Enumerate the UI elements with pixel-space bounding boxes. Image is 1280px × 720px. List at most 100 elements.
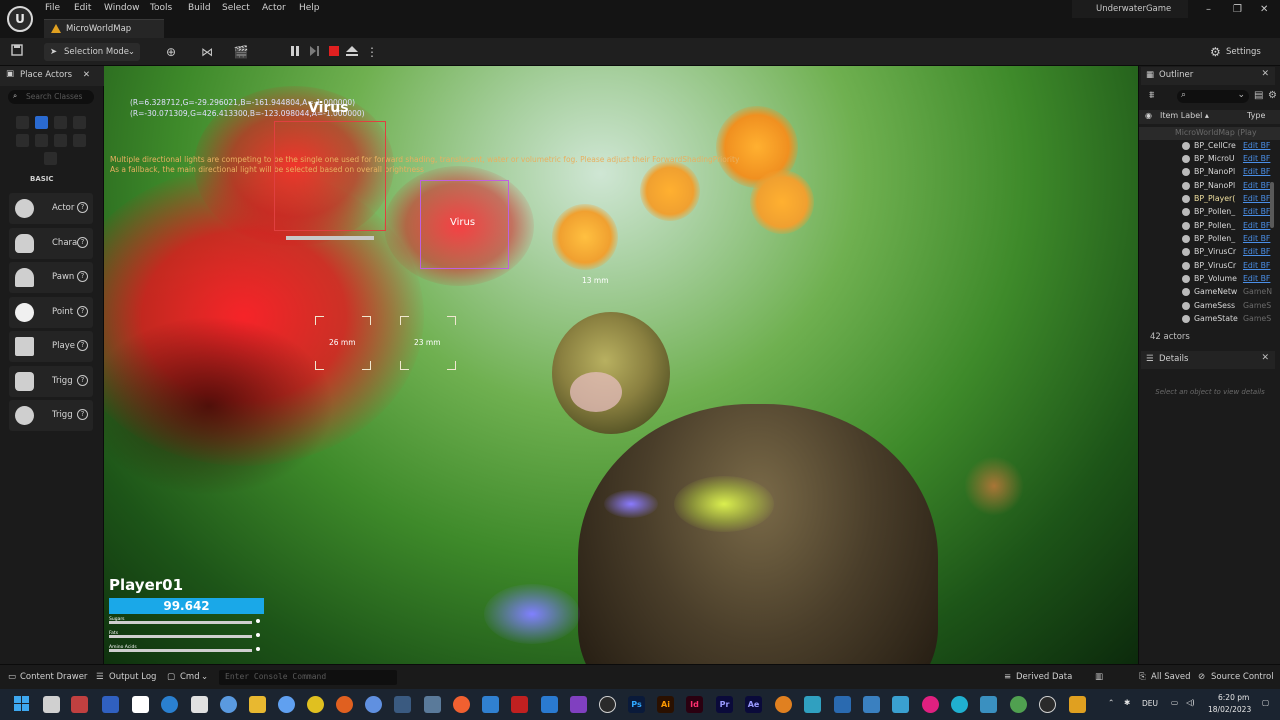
filezilla-icon[interactable] — [511, 696, 528, 713]
vscode-icon[interactable] — [541, 696, 558, 713]
outliner-item-type[interactable]: Edit BF — [1243, 141, 1277, 150]
actor-item-actor[interactable]: Actor ? — [9, 193, 93, 224]
app-icon[interactable] — [191, 696, 208, 713]
pause-icon[interactable] — [287, 44, 303, 60]
lights-category-icon[interactable] — [54, 116, 67, 129]
outliner-row[interactable]: BP_Pollen_ Edit BF — [1139, 206, 1280, 219]
after-effects-icon[interactable]: Ae — [745, 696, 762, 713]
derived-data-button[interactable]: Derived Data — [1016, 672, 1072, 682]
outliner-search-input[interactable]: ⌕ ⌄ — [1177, 90, 1249, 103]
recent-category-icon[interactable] — [16, 116, 29, 129]
app-icon[interactable] — [482, 696, 499, 713]
unreal-engine-icon[interactable] — [599, 696, 616, 713]
word-app-icon[interactable] — [102, 696, 119, 713]
cinematic-category-icon[interactable] — [16, 134, 29, 147]
eject-icon[interactable] — [344, 44, 360, 60]
outliner-item-type[interactable]: Edit BF — [1243, 274, 1277, 283]
firefox-browser-icon[interactable] — [336, 696, 353, 713]
close-outliner-button[interactable]: ✕ — [1261, 69, 1269, 79]
outliner-row[interactable]: BP_Player(Edit BF — [1139, 193, 1280, 206]
content-drawer-button[interactable]: Content Drawer — [20, 672, 87, 682]
app-icon[interactable] — [863, 696, 880, 713]
outliner-row[interactable]: BP_Pollen_ Edit BF — [1139, 233, 1280, 246]
stop-icon[interactable] — [326, 44, 342, 60]
media-app-icon[interactable] — [71, 696, 88, 713]
filter-icon[interactable]: ⩩ — [1149, 90, 1154, 101]
outliner-row[interactable]: BP_Pollen_ Edit BF — [1139, 220, 1280, 233]
actor-item-trigger-sphere[interactable]: Trigg ? — [9, 400, 93, 431]
outliner-row[interactable]: BP_VirusCr Edit BF — [1139, 246, 1280, 259]
app-icon[interactable] — [1069, 696, 1086, 713]
help-icon[interactable]: ? — [77, 340, 88, 351]
outliner-row[interactable]: BP_NanoPl Edit BF — [1139, 166, 1280, 179]
cinematics-icon[interactable]: 🎬 — [233, 44, 249, 60]
app-icon[interactable] — [951, 696, 968, 713]
outliner-item-type[interactable]: Edit BF — [1243, 261, 1277, 270]
source-control-button[interactable]: Source Control — [1211, 672, 1274, 682]
menu-help[interactable]: Help — [299, 3, 320, 13]
menu-tools[interactable]: Tools — [150, 3, 172, 13]
illustrator-icon[interactable]: Ai — [657, 696, 674, 713]
step-icon[interactable] — [306, 44, 322, 60]
outliner-row[interactable]: GameState GameS — [1139, 313, 1280, 326]
photoshop-icon[interactable]: Ps — [628, 696, 645, 713]
add-actor-icon[interactable]: ⊕ — [163, 44, 179, 60]
help-icon[interactable]: ? — [77, 375, 88, 386]
menu-window[interactable]: Window — [104, 3, 140, 13]
gear-icon[interactable]: ⚙ — [1268, 90, 1277, 101]
cmd-dropdown[interactable]: Cmd — [180, 672, 200, 682]
outliner-row[interactable]: BP_VirusCr Edit BF — [1139, 260, 1280, 273]
outliner-scrollbar[interactable] — [1270, 182, 1274, 228]
basic-category-icon[interactable] — [35, 116, 48, 129]
edge-browser-icon[interactable] — [161, 696, 178, 713]
app-icon[interactable] — [892, 696, 909, 713]
settings-button[interactable]: ⚙ Settings — [1206, 43, 1270, 61]
actor-item-player-start[interactable]: Playe ? — [9, 331, 93, 362]
app-icon[interactable] — [834, 696, 851, 713]
clock-date[interactable]: 18/02/2023 — [1208, 705, 1251, 714]
chrome-browser-icon[interactable] — [307, 696, 324, 713]
bluetooth-icon[interactable]: ✱ — [1124, 698, 1130, 707]
all-classes-category-icon[interactable] — [44, 152, 57, 165]
premiere-icon[interactable]: Pr — [716, 696, 733, 713]
app-icon[interactable] — [453, 696, 470, 713]
help-icon[interactable]: ? — [77, 202, 88, 213]
outliner-row[interactable]: BP_MicroU Edit BF — [1139, 153, 1280, 166]
actor-item-character[interactable]: Chara ? — [9, 228, 93, 259]
app-icon[interactable] — [132, 696, 149, 713]
help-icon[interactable]: ? — [77, 237, 88, 248]
help-icon[interactable]: ? — [77, 271, 88, 282]
visual-studio-icon[interactable] — [570, 696, 587, 713]
all-saved-button[interactable]: All Saved — [1151, 672, 1191, 682]
menu-edit[interactable]: Edit — [74, 3, 91, 13]
close-panel-button[interactable]: ✕ — [83, 70, 90, 80]
unreal-engine-icon[interactable] — [1039, 696, 1056, 713]
unreal-logo-icon[interactable]: U — [7, 6, 33, 32]
type-column[interactable]: Type — [1247, 111, 1265, 120]
app-icon[interactable] — [220, 696, 237, 713]
outliner-item-type[interactable]: Edit BF — [1243, 247, 1277, 256]
outliner-item-type[interactable]: Edit BF — [1243, 167, 1277, 176]
output-log-button[interactable]: Output Log — [109, 672, 156, 682]
tray-expand-icon[interactable]: ⌃ — [1108, 698, 1114, 707]
menu-select[interactable]: Select — [222, 3, 250, 13]
windows-start-icon[interactable] — [13, 696, 30, 713]
menu-build[interactable]: Build — [188, 3, 211, 13]
folder-icon[interactable]: ▤ — [1254, 90, 1263, 101]
clock-time[interactable]: 6:20 pm — [1218, 693, 1249, 702]
eye-icon[interactable]: ◉ — [1145, 111, 1152, 120]
actor-item-trigger-box[interactable]: Trigg ? — [9, 366, 93, 397]
outliner-root-row[interactable]: MicroWorldMap (Play — [1139, 127, 1280, 140]
app-icon[interactable] — [424, 696, 441, 713]
outliner-row[interactable]: BP_Volume Edit BF — [1139, 273, 1280, 286]
blender-icon[interactable] — [775, 696, 792, 713]
app-icon[interactable] — [278, 696, 295, 713]
game-viewport[interactable]: (R=6.328712,G=-29.296021,B=-161.944804,A… — [104, 66, 1138, 664]
app-icon[interactable] — [922, 696, 939, 713]
help-icon[interactable]: ? — [77, 306, 88, 317]
app-icon[interactable] — [980, 696, 997, 713]
more-options-icon[interactable]: ⋮ — [364, 44, 380, 60]
steam-icon[interactable] — [394, 696, 411, 713]
shapes-category-icon[interactable] — [73, 116, 86, 129]
app-icon[interactable] — [804, 696, 821, 713]
